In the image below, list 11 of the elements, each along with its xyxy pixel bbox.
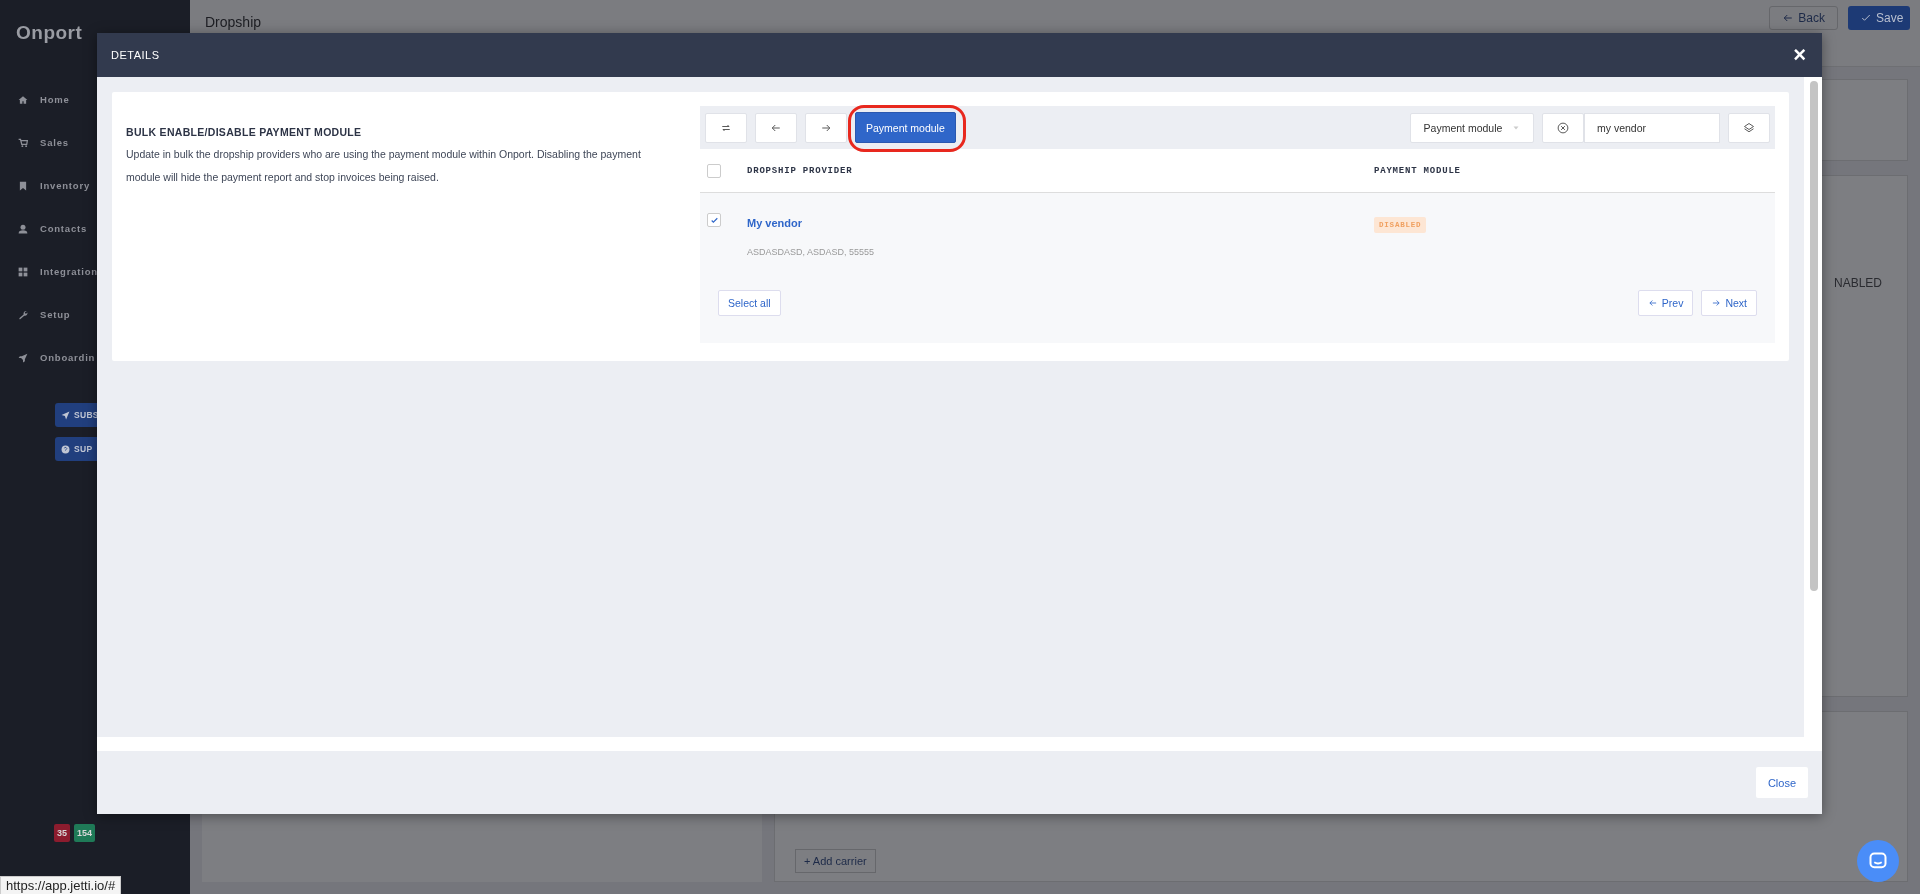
section-description: Update in bulk the dropship providers who are using the payment module within Onport. Disabling the payment module will hide the payment report and stop invoices being raised. [126, 147, 642, 185]
page-title: Dropship [205, 14, 262, 30]
status-text: NABLED [1833, 276, 1882, 292]
link-tooltip: https://app.jetti.io/# [0, 876, 122, 894]
count-badge: 154 [74, 824, 96, 842]
column-header: PAYMENT MODULE [1374, 165, 1461, 176]
vendor-address: ASDASDASD, ASDASD, 55555 [747, 247, 876, 257]
section-title: BULK ENABLE/DISABLE PAYMENT MODULE [126, 126, 363, 138]
column-header: DROPSHIP PROVIDER [747, 165, 854, 176]
count-badge: 35 [54, 824, 70, 842]
modal-title: DETAILS [111, 49, 160, 61]
